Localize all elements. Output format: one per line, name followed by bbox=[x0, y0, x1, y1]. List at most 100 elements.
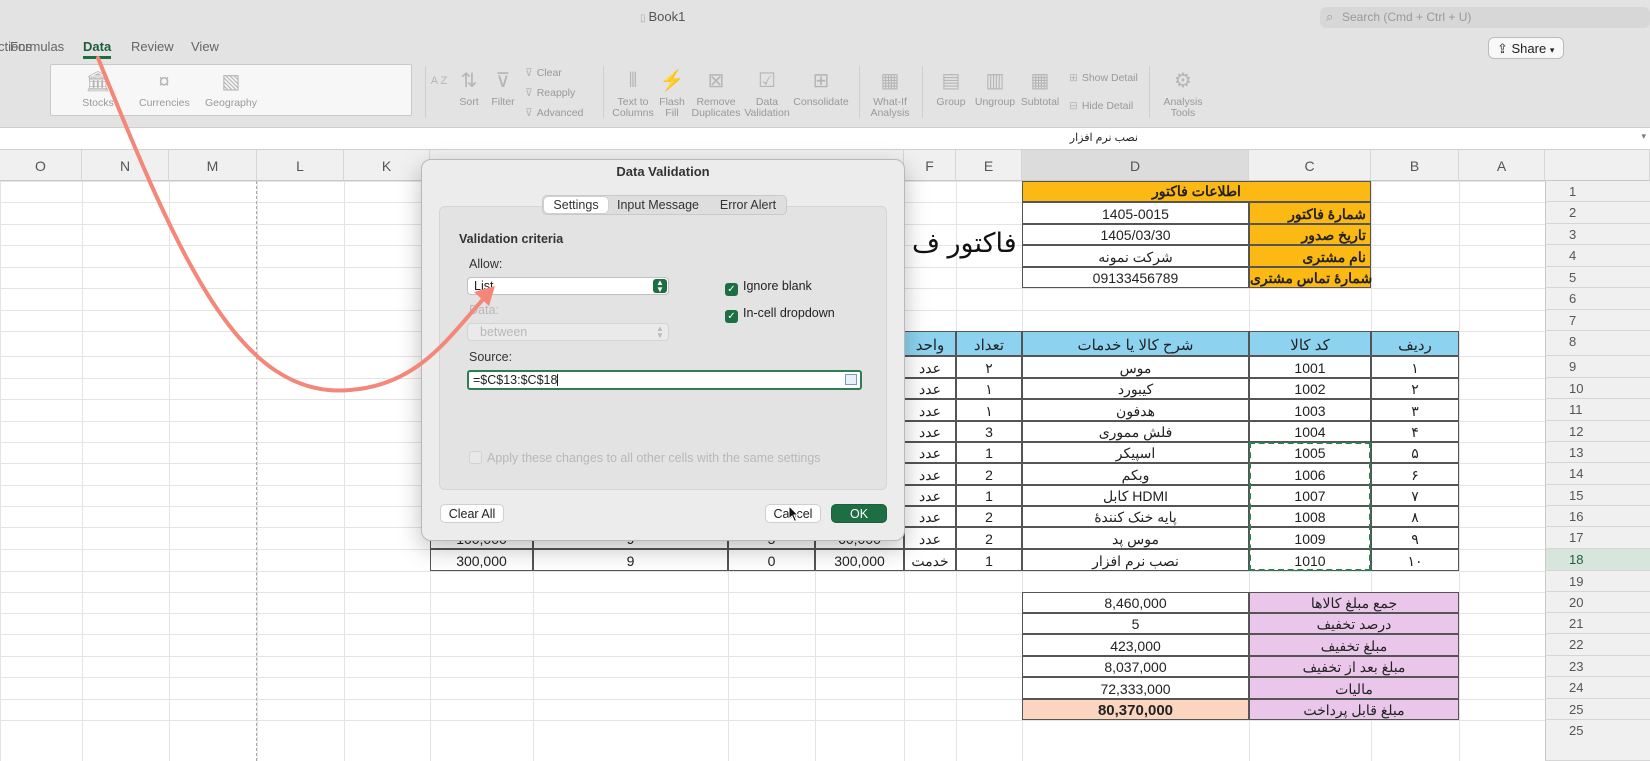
show-detail-button[interactable]: ⊞ Show Detail bbox=[1069, 72, 1138, 84]
group-button[interactable]: ▤ Group bbox=[931, 68, 971, 108]
item-row-number[interactable]: ۵ bbox=[1371, 442, 1459, 463]
in-cell-dropdown-checkbox[interactable]: ✓ In-cell dropdown bbox=[725, 306, 835, 323]
row-header[interactable]: 4 bbox=[1545, 245, 1650, 267]
row-header[interactable]: 18 bbox=[1545, 549, 1650, 571]
total-value-cell[interactable]: 423,000 bbox=[1022, 634, 1249, 656]
column-header-d[interactable]: D bbox=[1022, 150, 1249, 181]
total-label-cell[interactable]: درصد تخفیف bbox=[1249, 613, 1459, 634]
total-value-cell[interactable]: 80,370,000 bbox=[1022, 699, 1249, 720]
row-header[interactable]: 15 bbox=[1545, 485, 1650, 506]
remove-duplicates-button[interactable]: ⊠ Remove Duplicates bbox=[690, 68, 742, 119]
row-header[interactable]: 7 bbox=[1545, 310, 1650, 331]
tab-settings[interactable]: Settings bbox=[544, 197, 608, 213]
item-quantity[interactable]: 2 bbox=[956, 527, 1022, 549]
item-description[interactable]: کیبورد bbox=[1022, 378, 1249, 399]
total-label-cell[interactable]: جمع مبلغ کالاها bbox=[1249, 592, 1459, 613]
item-code[interactable]: 1002 bbox=[1249, 378, 1371, 399]
item-unit[interactable]: عدد bbox=[904, 421, 956, 442]
item-description[interactable]: نصب نرم افزار bbox=[1022, 549, 1249, 571]
item-description[interactable]: فلش مموری bbox=[1022, 421, 1249, 442]
row-header[interactable]: 9 bbox=[1545, 356, 1650, 378]
clear-filter-button[interactable]: ⊽ Clear bbox=[525, 67, 562, 79]
total-label-cell[interactable]: مبلغ قابل پرداخت bbox=[1249, 699, 1459, 720]
total-label-cell[interactable]: مالیات bbox=[1249, 677, 1459, 699]
column-header-l[interactable]: L bbox=[257, 150, 344, 181]
advanced-filter-button[interactable]: ⊽ Advanced bbox=[525, 107, 583, 119]
item-code[interactable]: 1004 bbox=[1249, 421, 1371, 442]
ok-button[interactable]: OK bbox=[831, 504, 887, 523]
column-header-f[interactable]: F bbox=[904, 150, 956, 181]
item-unit[interactable]: عدد bbox=[904, 378, 956, 399]
row-header[interactable]: 20 bbox=[1545, 592, 1650, 613]
data-validation-button[interactable]: ☑ Data Validation bbox=[743, 68, 791, 119]
row-header[interactable]: 22 bbox=[1545, 634, 1650, 656]
item-quantity[interactable]: ۱ bbox=[956, 378, 1022, 399]
item-quantity[interactable]: ۲ bbox=[956, 356, 1022, 378]
item-row-number[interactable]: ۱ bbox=[1371, 356, 1459, 378]
row-header[interactable]: 19 bbox=[1545, 571, 1650, 592]
column-header-n[interactable]: N bbox=[82, 150, 169, 181]
item-description[interactable]: هدفون bbox=[1022, 399, 1249, 421]
row-header[interactable]: 23 bbox=[1545, 656, 1650, 677]
item-unit[interactable]: عدد bbox=[904, 442, 956, 463]
info-label-cell[interactable]: نام مشتری bbox=[1249, 245, 1371, 267]
total-value-cell[interactable]: 72,333,000 bbox=[1022, 677, 1249, 699]
stocks-button[interactable]: 🏛 Stocks bbox=[73, 69, 123, 109]
total-label-cell[interactable]: مبلغ بعد از تخفیف bbox=[1249, 656, 1459, 677]
item-code[interactable]: 1003 bbox=[1249, 399, 1371, 421]
source-input[interactable]: =$C$13:$C$18 bbox=[467, 370, 862, 390]
row-header[interactable]: 8 bbox=[1545, 331, 1650, 356]
row-header[interactable]: 21 bbox=[1545, 613, 1650, 634]
row-header[interactable]: 14 bbox=[1545, 463, 1650, 485]
row-header[interactable]: 5 bbox=[1545, 267, 1650, 288]
tab-error-alert[interactable]: Error Alert bbox=[709, 197, 787, 213]
item-amount-cell[interactable]: 300,000 bbox=[815, 549, 904, 571]
search-input[interactable]: ⌕ Search (Cmd + Ctrl + U) bbox=[1320, 7, 1650, 28]
filter-button[interactable]: ⊽ Filter bbox=[488, 68, 518, 108]
hide-detail-button[interactable]: ⊟ Hide Detail bbox=[1069, 100, 1133, 112]
header-row-number[interactable]: ردیف bbox=[1371, 331, 1459, 356]
row-header[interactable]: 3 bbox=[1545, 224, 1650, 245]
what-if-analysis-button[interactable]: ▦ What-If Analysis bbox=[866, 68, 914, 119]
item-description[interactable]: اسپیکر bbox=[1022, 442, 1249, 463]
row-header[interactable]: 16 bbox=[1545, 506, 1650, 527]
item-row-number[interactable]: ۹ bbox=[1371, 527, 1459, 549]
total-value-cell[interactable]: 8,037,000 bbox=[1022, 656, 1249, 677]
row-header[interactable]: 2 bbox=[1545, 202, 1650, 224]
share-button[interactable]: ⇪ Share ▾ bbox=[1488, 37, 1564, 59]
header-quantity[interactable]: تعداد bbox=[956, 331, 1022, 356]
row-header[interactable]: 12 bbox=[1545, 421, 1650, 442]
ignore-blank-checkbox[interactable]: ✓ Ignore blank bbox=[725, 279, 812, 296]
item-quantity[interactable]: 1 bbox=[956, 442, 1022, 463]
item-quantity[interactable]: 1 bbox=[956, 485, 1022, 506]
item-amount-cell[interactable]: 9 bbox=[533, 549, 728, 571]
info-value-cell[interactable]: شرکت نمونه bbox=[1022, 245, 1249, 267]
row-header[interactable]: 10 bbox=[1545, 378, 1650, 399]
item-quantity[interactable]: 3 bbox=[956, 421, 1022, 442]
item-row-number[interactable]: ۴ bbox=[1371, 421, 1459, 442]
item-unit[interactable]: عدد bbox=[904, 356, 956, 378]
info-value-cell[interactable]: 09133456789 bbox=[1022, 267, 1249, 288]
item-amount-cell[interactable]: 0 bbox=[728, 549, 815, 571]
item-row-number[interactable]: ۶ bbox=[1371, 463, 1459, 485]
sort-az-button[interactable]: A Z bbox=[430, 68, 448, 97]
item-amount-cell[interactable]: 300,000 bbox=[430, 549, 533, 571]
tab-input-message[interactable]: Input Message bbox=[610, 197, 706, 213]
currencies-button[interactable]: ¤ Currencies bbox=[139, 69, 190, 109]
item-description[interactable]: کابل HDMI bbox=[1022, 485, 1249, 506]
item-description[interactable]: پایه خنک کنندهٔ bbox=[1022, 506, 1249, 527]
geography-button[interactable]: ▧ Geography bbox=[203, 69, 259, 109]
item-unit[interactable]: عدد bbox=[904, 399, 956, 421]
item-description[interactable]: موس پد bbox=[1022, 527, 1249, 549]
tab-review[interactable]: Review bbox=[131, 39, 174, 54]
select-all-corner[interactable] bbox=[1545, 150, 1650, 181]
item-unit[interactable]: عدد bbox=[904, 485, 956, 506]
allow-select[interactable]: List ▲ ▼ bbox=[467, 277, 669, 295]
total-value-cell[interactable]: 8,460,000 bbox=[1022, 592, 1249, 613]
info-label-cell[interactable]: شمارهٔ تماس مشتری bbox=[1249, 267, 1372, 288]
column-header-b[interactable]: B bbox=[1371, 150, 1459, 181]
column-header-e[interactable]: E bbox=[956, 150, 1022, 181]
item-unit[interactable]: عدد bbox=[904, 463, 956, 485]
row-header[interactable]: 11 bbox=[1545, 399, 1650, 421]
column-header-o[interactable]: O bbox=[0, 150, 82, 181]
